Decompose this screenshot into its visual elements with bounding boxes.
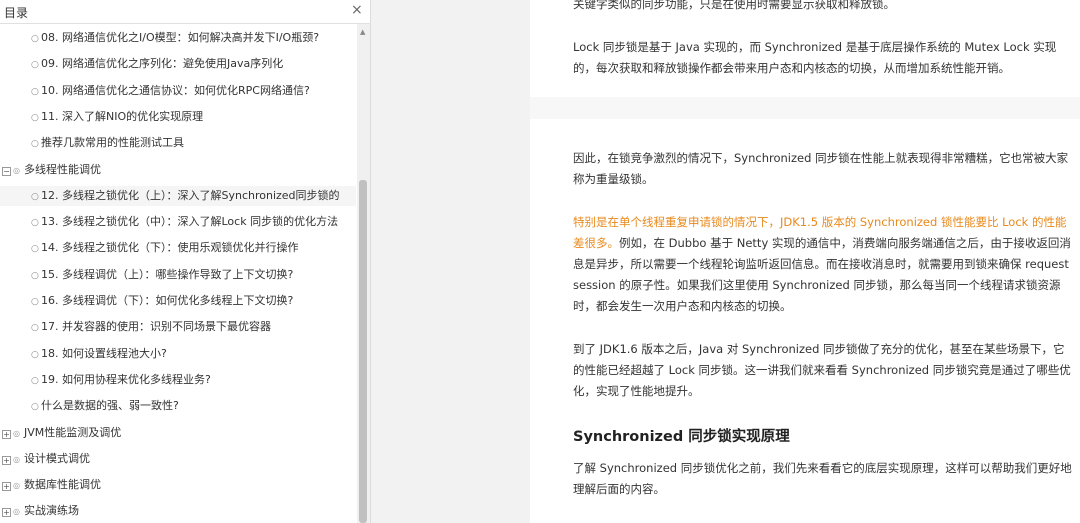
page-separator — [530, 97, 1080, 119]
bullet-icon: ○ — [31, 139, 39, 150]
group-icon: ◎ — [13, 428, 20, 438]
toc-item-label: 11. 深入了解NIO的优化实现原理 — [41, 109, 204, 123]
toc-item[interactable]: ○ 18. 如何设置线程池大小? — [0, 344, 356, 364]
article-paragraph: 因此，在锁竞争激烈的情况下，Synchronized 同步锁在性能上就表现得非常… — [573, 151, 1069, 186]
expand-icon[interactable]: + — [2, 508, 11, 518]
toc-item[interactable]: ○ 17. 并发容器的使用：识别不同场景下最优容器 — [0, 317, 356, 337]
toc-item[interactable]: ○ 16. 多线程调优（下）：如何优化多线程上下文切换? — [0, 291, 356, 311]
toc-header: 目录 × — [0, 0, 371, 24]
bullet-icon: ○ — [31, 297, 39, 307]
toc-group[interactable]: + ◎ 设计模式调优 — [0, 449, 356, 469]
bullet-icon: ○ — [31, 402, 39, 413]
close-icon[interactable]: × — [351, 2, 363, 18]
toc-scrollbar[interactable]: ▲ — [357, 24, 370, 523]
toc-item[interactable]: ○ 11. 深入了解NIO的优化实现原理 — [0, 107, 356, 127]
bullet-icon: ○ — [31, 270, 39, 281]
bullet-icon: ○ — [31, 375, 39, 386]
toc-title: 目录 — [4, 6, 29, 20]
expand-icon[interactable]: + — [2, 429, 11, 439]
toc-panel: 目录 × ○ 08. 网络通信优化之I/O模型：如何解决高并发下I/O瓶颈? ○ 09… — [0, 0, 371, 523]
bullet-icon: ○ — [31, 218, 39, 229]
bullet-icon: ○ — [31, 34, 39, 44]
group-icon: ◎ — [13, 454, 20, 464]
article-paragraph: 到了 JDK1.6 版本之后，Java 对 Synchronized 同步锁做了… — [573, 342, 1071, 398]
bullet-icon: ○ — [31, 244, 39, 255]
expand-icon[interactable]: + — [2, 482, 11, 492]
toc-item[interactable]: ○ 08. 网络通信优化之I/O模型：如何解决高并发下I/O瓶颈? — [0, 28, 356, 48]
collapse-icon[interactable]: − — [2, 166, 11, 176]
toc-item-label: 15. 多线程调优（上）：哪些操作导致了上下文切换? — [41, 267, 294, 281]
expand-icon[interactable]: + — [2, 455, 11, 465]
toc-item-label: 13. 多线程之锁优化（中）：深入了解Lock 同步锁的优化方法 — [41, 215, 339, 229]
bullet-icon: ○ — [31, 112, 39, 123]
toc-item-label: 数据库性能调优 — [24, 478, 101, 492]
toc-item-label: 多线程性能调优 — [24, 162, 101, 176]
bullet-icon: ○ — [31, 323, 39, 334]
toc-item-label: 14. 多线程之锁优化（下）：使用乐观锁优化并行操作 — [41, 241, 299, 255]
toc-item-label: 16. 多线程调优（下）：如何优化多线程上下文切换? — [41, 294, 294, 307]
toc-item[interactable]: ○ 19. 如何用协程来优化多线程业务? — [0, 370, 356, 390]
toc-group[interactable]: + ◎ JVM性能监测及调优 — [0, 423, 356, 443]
toc-item[interactable]: ○ 09. 网络通信优化之序列化：避免使用Java序列化 — [0, 54, 356, 74]
bullet-icon: ○ — [31, 349, 39, 360]
toc-item-label: JVM性能监测及调优 — [24, 425, 122, 439]
bullet-icon: ○ — [31, 60, 39, 71]
toc-item-label: 17. 并发容器的使用：识别不同场景下最优容器 — [41, 320, 271, 334]
scrollbar-thumb[interactable] — [359, 180, 367, 523]
toc-item-label: 什么是数据的强、弱一致性? — [41, 399, 179, 413]
bullet-icon: ○ — [31, 86, 39, 97]
toc-group[interactable]: − ◎ 多线程性能调优 — [0, 160, 356, 180]
toc-item-label: 12. 多线程之锁优化（上）：深入了解Synchronized同步锁的 — [41, 188, 340, 202]
toc-item-label: 10. 网络通信优化之通信协议：如何优化RPC网络通信? — [41, 83, 310, 97]
bullet-icon: ○ — [31, 191, 39, 202]
toc-item[interactable]: ○ 10. 网络通信优化之通信协议：如何优化RPC网络通信? — [0, 81, 356, 101]
paragraph-text: 例如，在 Dubbo 基于 Netty 实现的通信中，消费端向服务端通信之后，由… — [573, 236, 1071, 313]
toc-item[interactable]: ○ 13. 多线程之锁优化（中）：深入了解Lock 同步锁的优化方法 — [0, 212, 356, 232]
scroll-up-icon[interactable]: ▲ — [360, 28, 365, 36]
group-icon: ◎ — [13, 481, 20, 491]
toc-item-label: 推荐几款常用的性能测试工具 — [41, 136, 184, 150]
toc-item-label: 19. 如何用协程来优化多线程业务? — [41, 372, 211, 386]
article-paragraph: 关键字类似的同步功能，只是在使用时需要显示获取和释放锁。 — [573, 0, 895, 11]
toc-item-label: 实战演练场 — [24, 504, 79, 518]
toc-group[interactable]: + ◎ 实战演练场 — [0, 501, 356, 521]
toc-item-label: 08. 网络通信优化之I/O模型：如何解决高并发下I/O瓶颈? — [41, 31, 320, 44]
toc-item[interactable]: ○ 推荐几款常用的性能测试工具 — [0, 133, 356, 153]
toc-item[interactable]: ○ 14. 多线程之锁优化（下）：使用乐观锁优化并行操作 — [0, 238, 356, 258]
toc-item-label: 09. 网络通信优化之序列化：避免使用Java序列化 — [41, 57, 284, 71]
article-paragraph: 了解 Synchronized 同步锁优化之前，我们先来看看它的底层实现原理，这… — [573, 461, 1072, 496]
section-heading: Synchronized 同步锁实现原理 — [573, 429, 790, 445]
toc-group[interactable]: + ◎ 数据库性能调优 — [0, 475, 356, 495]
toc-item[interactable]: ○ 15. 多线程调优（上）：哪些操作导致了上下文切换? — [0, 265, 356, 285]
group-icon: ◎ — [13, 165, 20, 175]
article-paragraph: 特别是在单个线程重复申请锁的情况下，JDK1.5 版本的 Synchronize… — [573, 212, 1073, 317]
toc-item[interactable]: ○ 12. 多线程之锁优化（上）：深入了解Synchronized同步锁的 — [0, 185, 356, 206]
toc-item-label: 设计模式调优 — [24, 451, 90, 465]
toc-item[interactable]: ○ 什么是数据的强、弱一致性? — [0, 396, 356, 416]
group-icon: ◎ — [13, 507, 20, 517]
article-paragraph: Lock 同步锁是基于 Java 实现的，而 Synchronized 是基于底… — [573, 40, 1057, 75]
toc-list: ○ 08. 网络通信优化之I/O模型：如何解决高并发下I/O瓶颈? ○ 09. 网络通… — [0, 28, 356, 523]
toc-item-label: 18. 如何设置线程池大小? — [41, 346, 167, 360]
